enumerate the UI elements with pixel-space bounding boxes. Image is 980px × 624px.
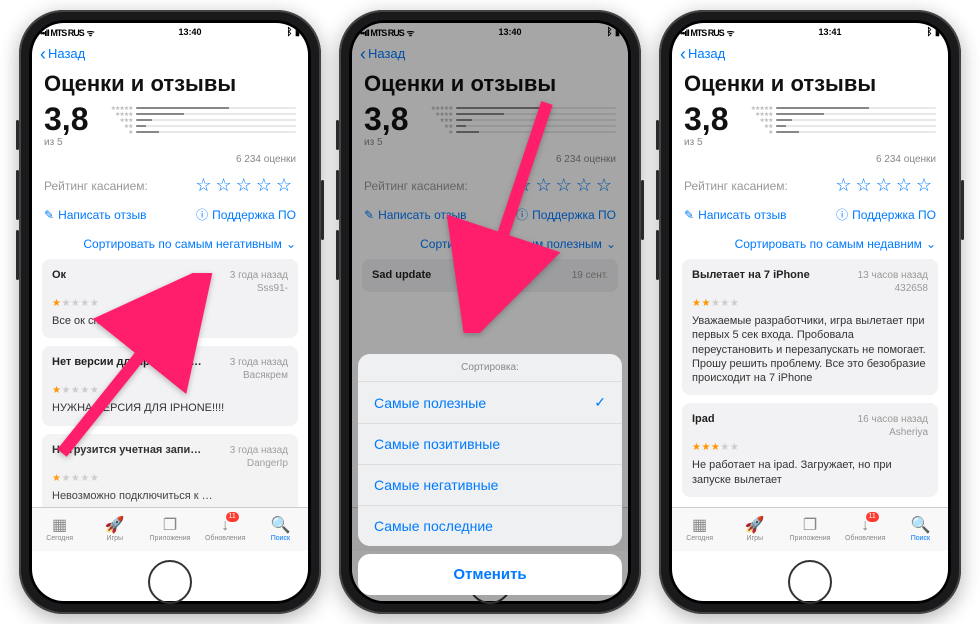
- review-card[interactable]: Нет версии для Iphone! НУЖ…3 года назадВ…: [42, 346, 298, 425]
- help-icon: ⓘ: [196, 206, 208, 223]
- avg-rating: 3,8: [44, 103, 88, 135]
- rating-summary: 3,8из 5 ★★★★★ ★★★★ ★★★ ★★ ★: [32, 103, 308, 154]
- status-bar: ••ıll MTS RUS ᯤ 13:40 ᛒ ▮: [352, 23, 628, 39]
- search-icon: 🔍: [270, 518, 290, 534]
- sort-option-helpful[interactable]: Самые полезные✓: [358, 382, 622, 424]
- tab-apps[interactable]: ❐Приложения: [142, 508, 197, 551]
- sort-action-sheet: Сортировка: Самые полезные✓ Самые позити…: [358, 354, 622, 595]
- support-button[interactable]: ⓘПоддержка ПО: [516, 206, 616, 223]
- rating-count: 6 234 оценки: [32, 154, 308, 169]
- sort-button[interactable]: Сортировать л самым полезным⌄: [352, 233, 628, 259]
- tab-games[interactable]: 🚀Игры: [727, 508, 782, 551]
- status-bar: ••ıll MTS RUS ᯤ 13:40 ᛒ ▮: [32, 23, 308, 39]
- chevron-left-icon[interactable]: ‹: [360, 45, 366, 63]
- compose-icon: ✎: [684, 208, 694, 222]
- tab-today[interactable]: ▦Сегодня: [32, 508, 87, 551]
- compose-icon: ✎: [44, 208, 54, 222]
- tab-updates[interactable]: ↓11Обновления: [198, 508, 253, 551]
- sort-option-negative[interactable]: Самые негативные: [358, 465, 622, 506]
- support-button[interactable]: ⓘПоддержка ПО: [836, 206, 936, 223]
- review-card: Sad update19 сент.: [362, 259, 618, 292]
- nav-bar: ‹ Назад: [32, 39, 308, 69]
- tab-search[interactable]: 🔍Поиск: [253, 508, 308, 551]
- sort-option-recent[interactable]: Самые последние: [358, 506, 622, 546]
- support-button[interactable]: ⓘПоддержка ПО: [196, 206, 296, 223]
- help-icon: ⓘ: [516, 206, 528, 223]
- review-card[interactable]: Ок3 года назадSss91- ★★★★★ Все ок спасиб…: [42, 259, 298, 338]
- screen-3: ••ıll MTS RUS ᯤ 13:41 ᛒ ▮ ‹Назад Оценки …: [672, 23, 948, 601]
- screen-2: ••ıll MTS RUS ᯤ 13:40 ᛒ ▮ ‹Назад Оценки …: [352, 23, 628, 601]
- chevron-down-icon: ⌄: [926, 237, 936, 251]
- home-button[interactable]: [788, 560, 832, 604]
- back-button[interactable]: Назад: [48, 46, 85, 61]
- page-title: Оценки и отзывы: [32, 69, 308, 103]
- rating-bars: ★★★★★ ★★★★ ★★★ ★★ ★: [102, 105, 296, 135]
- help-icon: ⓘ: [836, 206, 848, 223]
- tab-updates[interactable]: ↓11Обновления: [838, 508, 893, 551]
- tab-search[interactable]: 🔍Поиск: [893, 508, 948, 551]
- tap-to-rate[interactable]: ☆☆☆☆☆: [835, 175, 936, 196]
- chevron-left-icon[interactable]: ‹: [40, 45, 46, 63]
- sort-option-positive[interactable]: Самые позитивные: [358, 424, 622, 465]
- write-review-button[interactable]: ✎Написать отзыв: [684, 206, 787, 223]
- tap-to-rate[interactable]: ☆☆☆☆☆: [195, 175, 296, 196]
- status-bar: ••ıll MTS RUS ᯤ 13:41 ᛒ ▮: [672, 23, 948, 39]
- today-icon: ▦: [52, 518, 67, 534]
- phone-frame: ••ıll MTS RUS ᯤ 13:40 ᛒ ▮ ‹Назад Оценки …: [339, 10, 641, 614]
- phone-frame: ••ıll MTS RUS ᯤ 13:40 ᛒ ▮ ‹ Назад Оценки…: [19, 10, 321, 614]
- chevron-down-icon: ⌄: [286, 237, 296, 251]
- phone-frame: ••ıll MTS RUS ᯤ 13:41 ᛒ ▮ ‹Назад Оценки …: [659, 10, 961, 614]
- annotation-arrow: [432, 93, 572, 336]
- write-review-button[interactable]: ✎Написать отзыв: [44, 206, 147, 223]
- back-button[interactable]: Назад: [368, 46, 405, 61]
- cancel-button[interactable]: Отменить: [358, 554, 622, 595]
- apps-icon: ❐: [163, 518, 177, 534]
- sort-button[interactable]: Сортировать по самым недавним⌄: [672, 233, 948, 259]
- review-card[interactable]: Вылетает на 7 iPhone13 часов назад432658…: [682, 259, 938, 395]
- tab-games[interactable]: 🚀Игры: [87, 508, 142, 551]
- screen-1: ••ıll MTS RUS ᯤ 13:40 ᛒ ▮ ‹ Назад Оценки…: [32, 23, 308, 601]
- compose-icon: ✎: [364, 208, 374, 222]
- checkmark-icon: ✓: [594, 394, 606, 411]
- home-button[interactable]: [148, 560, 192, 604]
- sort-button[interactable]: Сортировать по самым негативным⌄: [32, 233, 308, 259]
- tab-apps[interactable]: ❐Приложения: [782, 508, 837, 551]
- back-button[interactable]: Назад: [688, 46, 725, 61]
- review-card[interactable]: Не грузится учетная запись3 года назадDa…: [42, 434, 298, 507]
- tab-today[interactable]: ▦Сегодня: [672, 508, 727, 551]
- rocket-icon: 🚀: [105, 518, 125, 534]
- review-card[interactable]: Ipad16 часов назадAsheriya ★★★★★ Не рабо…: [682, 403, 938, 497]
- write-review-button[interactable]: ✎Написать отзыв: [364, 206, 467, 223]
- chevron-left-icon[interactable]: ‹: [680, 45, 686, 63]
- sheet-title: Сортировка:: [358, 354, 622, 382]
- tab-bar: ▦Сегодня 🚀Игры ❐Приложения ↓11Обновления…: [32, 507, 308, 551]
